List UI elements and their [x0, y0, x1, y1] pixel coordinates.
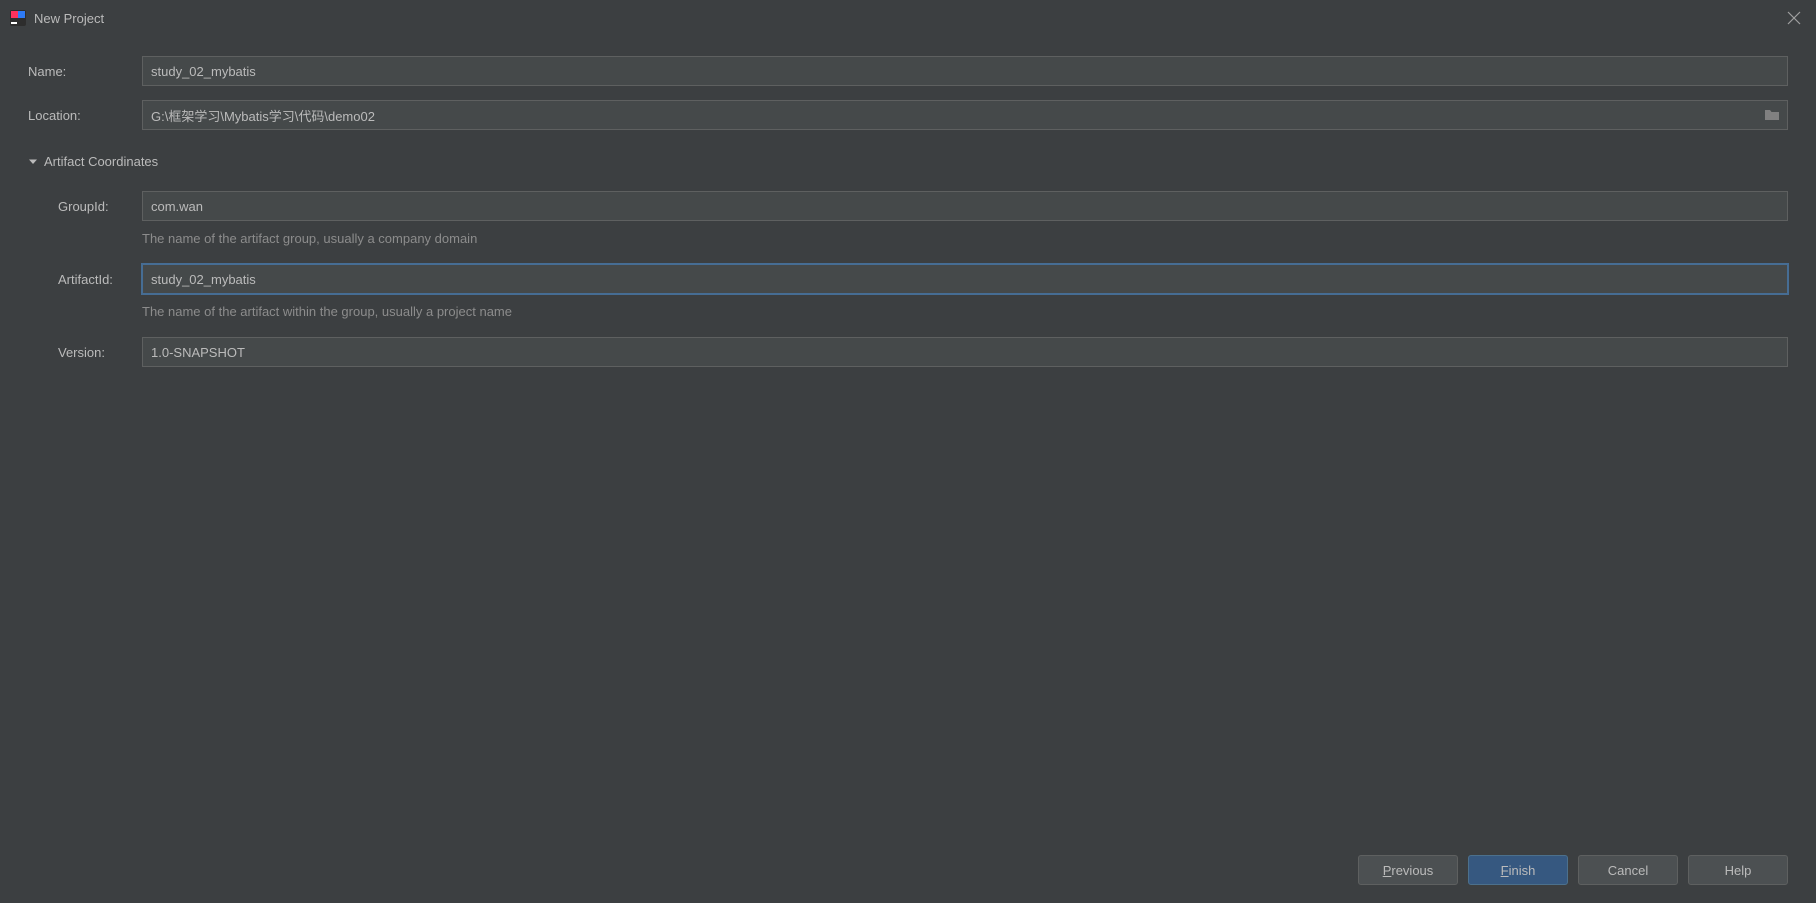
artifact-coordinates-toggle[interactable]: Artifact Coordinates [28, 154, 1788, 169]
chevron-down-icon [28, 157, 38, 167]
previous-button[interactable]: Previous [1358, 855, 1458, 885]
artifact-coordinates-section: GroupId: The name of the artifact group,… [28, 191, 1788, 367]
version-label: Version: [58, 345, 142, 360]
name-label: Name: [28, 64, 142, 79]
close-button[interactable] [1784, 8, 1804, 28]
artifactid-row: ArtifactId: [58, 264, 1788, 294]
location-row: Location: [28, 100, 1788, 130]
help-button[interactable]: Help [1688, 855, 1788, 885]
finish-button[interactable]: Finish [1468, 855, 1568, 885]
version-row: Version: [58, 337, 1788, 367]
window-title: New Project [34, 11, 104, 26]
artifactid-label: ArtifactId: [58, 272, 142, 287]
groupid-row: GroupId: [58, 191, 1788, 221]
location-input[interactable] [142, 100, 1788, 130]
groupid-hint: The name of the artifact group, usually … [142, 231, 1788, 246]
groupid-input[interactable] [142, 191, 1788, 221]
artifactid-hint: The name of the artifact within the grou… [142, 304, 1788, 319]
cancel-button[interactable]: Cancel [1578, 855, 1678, 885]
previous-rest: revious [1391, 863, 1433, 878]
location-label: Location: [28, 108, 142, 123]
version-input[interactable] [142, 337, 1788, 367]
close-icon [1787, 11, 1801, 25]
folder-icon [1764, 108, 1780, 122]
dialog-content: Name: Location: Artifact Coordinates Gro… [0, 36, 1816, 367]
groupid-label: GroupId: [58, 199, 142, 214]
name-input[interactable] [142, 56, 1788, 86]
button-bar: Previous Finish Cancel Help [1358, 855, 1788, 885]
artifact-coordinates-label: Artifact Coordinates [44, 154, 158, 169]
name-row: Name: [28, 56, 1788, 86]
finish-rest: inish [1509, 863, 1536, 878]
browse-button[interactable] [1764, 108, 1780, 122]
titlebar: New Project [0, 0, 1816, 36]
app-icon [10, 10, 26, 26]
artifactid-input[interactable] [142, 264, 1788, 294]
